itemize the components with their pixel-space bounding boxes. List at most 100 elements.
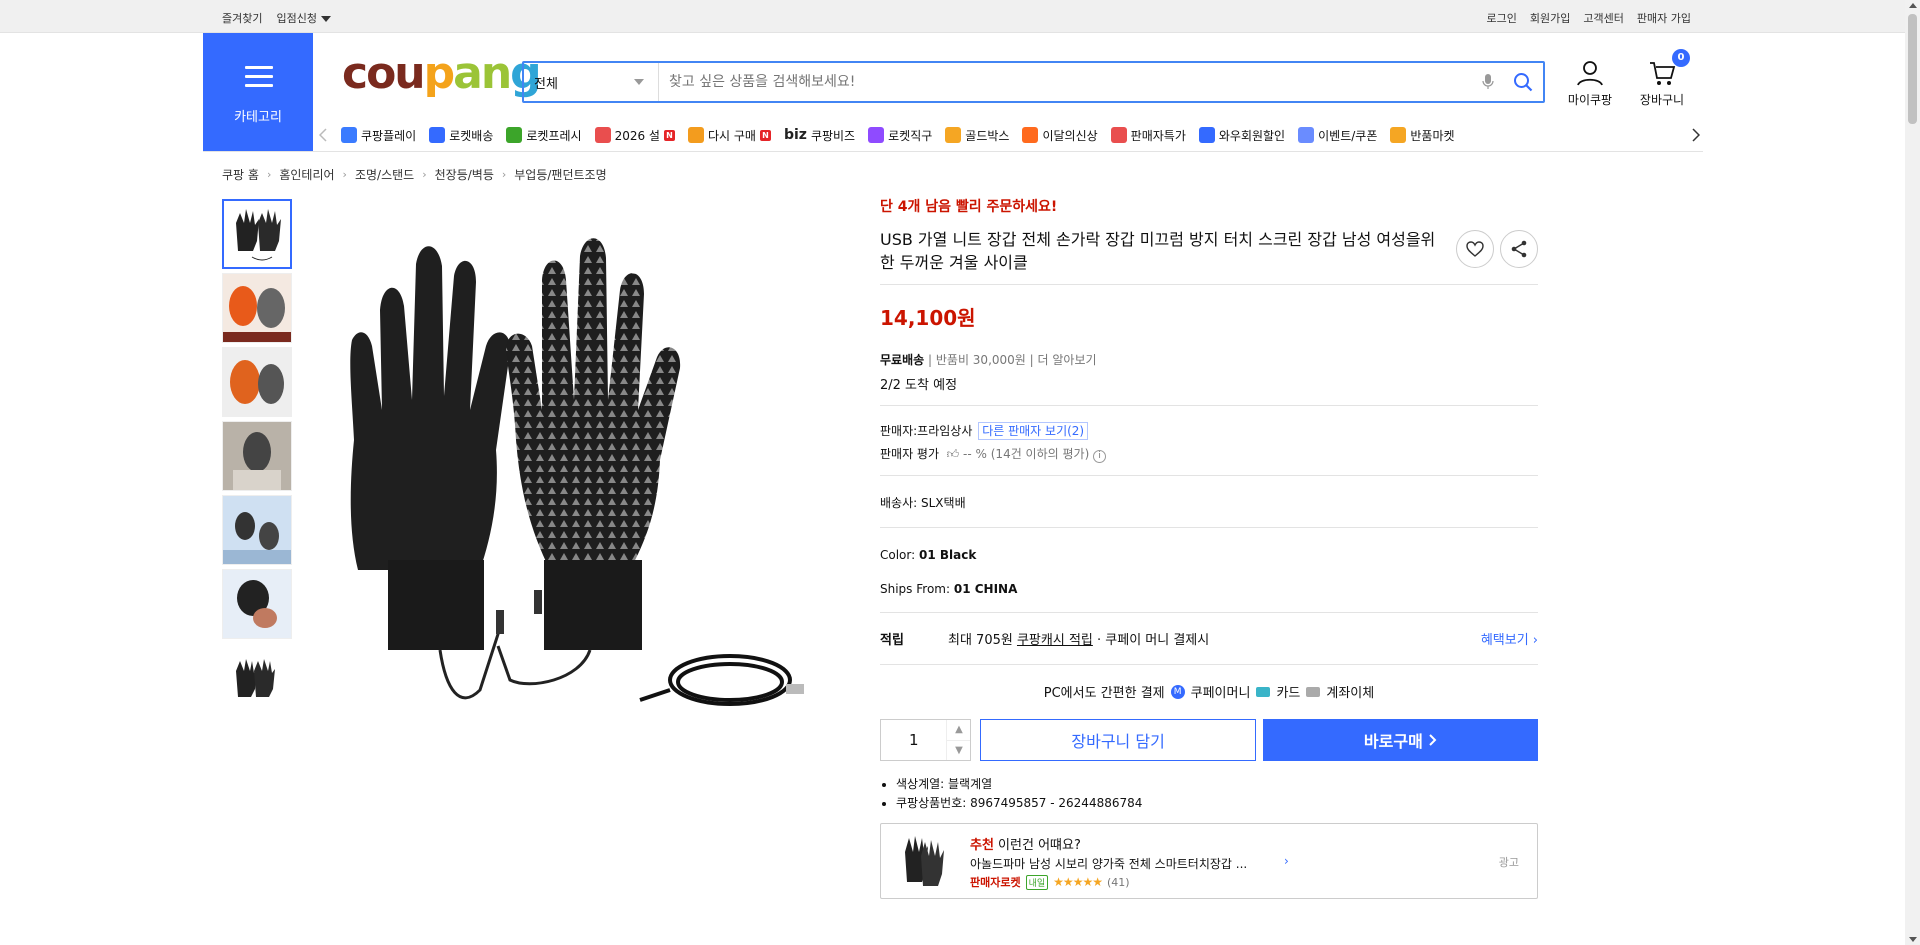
top-utility-bar: 즐겨찾기 입점신청 로그인 회원가입 고객센터 판매자 가입 [0,0,1905,33]
chevron-right-icon [1429,734,1437,746]
nav-item-3[interactable]: 2026 설N [594,127,675,144]
scroll-up-icon[interactable] [1909,3,1917,8]
nav-item-8[interactable]: 이달의신상 [1022,127,1098,144]
nav-item-label: 판매자특가 [1130,128,1186,143]
thumbnail-7[interactable] [222,643,292,713]
add-to-cart-button[interactable]: 장바구니 담기 [980,719,1256,761]
category-button[interactable]: 카테고리 [203,33,313,152]
thumbnail-6[interactable] [222,569,292,639]
nav-item-11[interactable]: 이벤트/쿠폰 [1298,127,1377,144]
nav-item-label: 골드박스 [965,128,1010,143]
scroll-down-icon[interactable] [1909,937,1917,942]
quantity-input[interactable]: 1 [881,720,946,760]
thumbnail-2[interactable] [222,273,292,343]
shipping-more-link[interactable]: 더 알아보기 [1038,353,1097,367]
recommend-product-image [905,836,944,886]
thumbnail-3[interactable] [222,347,292,417]
coupang-cash-link[interactable]: 쿠팡캐시 적립 [1017,629,1093,648]
search-category-select[interactable]: 전체 [524,63,659,101]
customer-center-link[interactable]: 고객센터 [1583,10,1623,26]
recommendation-ad[interactable]: 추천 이런건 어떄요? 아놀드파마 남성 시보리 양가죽 전체 스마트터치장갑 … [880,823,1538,899]
quantity-down-icon[interactable]: ▼ [947,739,971,761]
page-scrollbar[interactable] [1905,0,1920,945]
nav-item-0[interactable]: 쿠팡플레이 [341,127,416,144]
ships-from-option[interactable]: Ships From: 01 CHINA [880,582,1538,596]
nav-item-5[interactable]: biz 쿠팡비즈 [784,127,855,144]
breadcrumb-separator-icon: › [342,168,347,181]
mycoupang-button[interactable]: 마이쿠팡 [1560,58,1620,108]
color-label: Color: [880,548,916,562]
buy-now-button[interactable]: 바로구매 [1262,719,1538,761]
nav-next-button[interactable] [1686,128,1706,142]
breadcrumb-item[interactable]: 천장등/벽등 [435,166,494,183]
nav-item-12[interactable]: 반품마켓 [1390,127,1455,144]
new-badge: N [759,129,771,141]
seller-rating-label: 판매자 평가 [880,447,940,461]
bookmark-link[interactable]: 즐겨찾기 [222,10,262,26]
search-icon[interactable] [1503,72,1543,92]
gift-icon [594,127,611,143]
info-icon[interactable]: i [1093,450,1107,463]
scroll-thumb[interactable] [1908,14,1917,124]
rebuy-icon [687,127,704,143]
nav-item-4[interactable]: 다시 구매 N [687,127,771,144]
breadcrumb-item[interactable]: 홈인테리어 [279,166,334,183]
nav-item-9[interactable]: 판매자특가 [1110,127,1186,144]
nav-item-10[interactable]: 와우회원할인 [1198,127,1285,144]
quantity-up-icon[interactable]: ▲ [947,720,970,740]
seller-join-link[interactable]: 판매자 가입 [1637,10,1691,26]
seller-rating-value: -- % [963,447,987,461]
category-nav-bar: 쿠팡플레이 로켓배송 로켓프레시 2026 설 N 다시 구매 Nbiz 쿠팡비즈 로켓직구 골드… [313,118,1706,152]
login-link[interactable]: 로그인 [1487,10,1517,26]
favorite-button[interactable] [1456,230,1494,268]
mycoupang-label: 마이쿠팡 [1567,93,1613,107]
nav-item-label: 이벤트/쿠폰 [1318,128,1378,143]
buy-now-label: 바로구매 [1363,732,1423,751]
points-tail: · 쿠페이 머니 결제시 [1097,633,1210,648]
color-option[interactable]: Color: 01 Black [880,548,1538,562]
signup-link[interactable]: 회원가입 [1530,10,1570,26]
detail-product-number: 쿠팡상품번호: 8967495857 - 26244886784 [896,794,1538,813]
nav-item-7[interactable]: 골드박스 [945,127,1009,144]
bank-icon [1306,686,1321,697]
seller-label: 판매자: [880,424,918,438]
seller-signup-link[interactable]: 입점신청 [276,10,331,26]
nav-prev-button[interactable] [313,128,333,142]
breadcrumb-item[interactable]: 쿠팡 홈 [222,166,259,183]
nav-item-2[interactable]: 로켓프레시 [506,127,582,144]
payment-title: PC에서도 간편한 결제 [1043,686,1165,701]
card-icon [1256,686,1271,697]
cart-button[interactable]: 장바구니 0 [1632,49,1692,108]
search-input[interactable] [659,63,1473,101]
nav-item-1[interactable]: 로켓배송 [429,127,493,144]
payment-option-bank: 계좌이체 [1326,686,1375,701]
arrival-date: 2/2 도착 예정 [880,378,958,393]
recommend-head: 이런건 어떄요? [993,838,1081,853]
nav-item-label: 다시 구매 [707,128,756,143]
global-icon [868,127,885,143]
breadcrumb-item[interactable]: 조명/스탠드 [355,166,414,183]
share-button[interactable] [1500,230,1538,268]
coupang-logo[interactable]: coupang [342,52,542,96]
nav-item-6[interactable]: 로켓직구 [868,127,932,144]
microphone-icon[interactable] [1473,73,1503,91]
product-details: 색상계열: 블랙계열 쿠팡상품번호: 8967495857 - 26244886… [880,775,1538,813]
benefit-link[interactable]: 혜택보기 › [1481,629,1538,648]
thumbnail-1[interactable] [222,199,292,269]
person-icon [1577,61,1603,86]
recommend-head-red: 추천 [970,838,994,853]
other-sellers-button[interactable]: 다른 판매자 보기(2) [978,422,1089,440]
goldbox-icon [945,127,962,143]
product-main-image[interactable] [330,210,830,730]
breadcrumb-item[interactable]: 부업등/팬던트조명 [514,166,606,183]
search-bar: 전체 [522,61,1545,103]
heart-icon [1466,241,1484,257]
chevron-right-icon[interactable]: › [1284,854,1289,868]
thumbnail-4[interactable] [222,421,292,491]
payment-option-card: 카드 [1276,686,1301,701]
thumbnail-5[interactable] [222,495,292,565]
points-label: 적립 [880,633,904,648]
seller-signup-label: 입점신청 [276,12,317,25]
nav-item-label: 로켓직구 [888,128,933,143]
coupay-icon: M [1170,684,1185,699]
